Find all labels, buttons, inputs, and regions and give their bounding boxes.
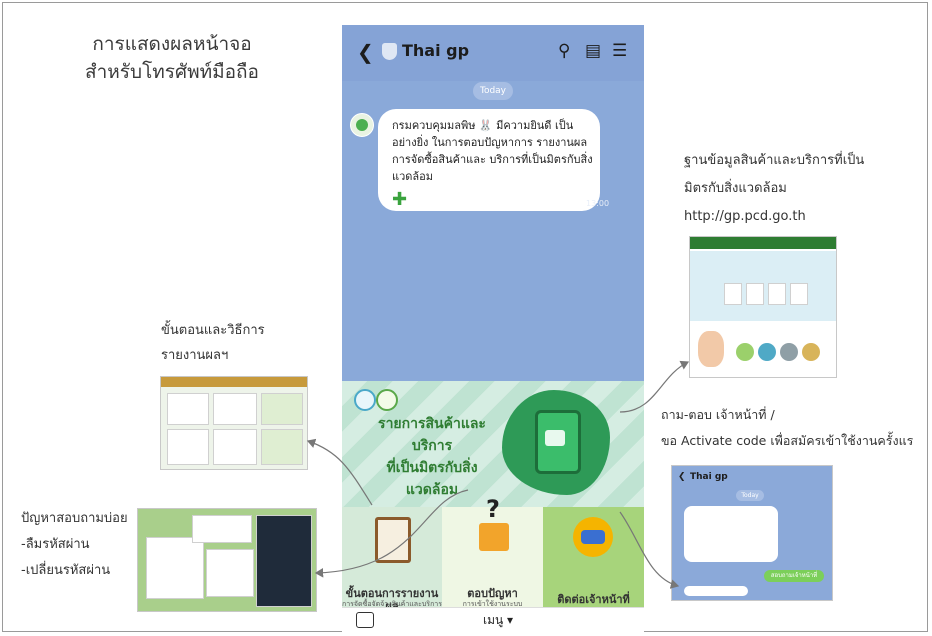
arrow-to-steps [306,438,373,506]
connector-lines [306,360,690,589]
arrow-to-database [619,360,690,413]
arrow-to-chat [619,511,680,589]
arrow-to-faq [314,489,469,578]
